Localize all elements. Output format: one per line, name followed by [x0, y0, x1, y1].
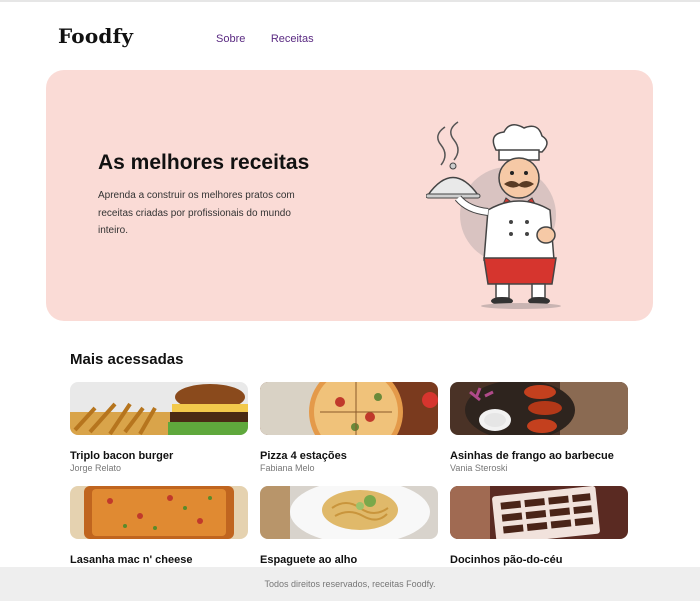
recipe-image-chicken-wings[interactable]: [450, 382, 628, 435]
section-title: Mais acessadas: [70, 351, 184, 368]
hero-title: As melhores receitas: [98, 151, 310, 174]
recipe-name[interactable]: Docinhos pão-do-céu: [450, 554, 562, 566]
recipe-card[interactable]: Lasanha mac n' cheese: [70, 486, 248, 566]
hero-banner: As melhores receitas Aprenda a construir…: [46, 70, 653, 321]
nav-link-receitas[interactable]: Receitas: [271, 33, 314, 45]
recipe-author: Vania Steroski: [450, 463, 508, 473]
recipe-image-lasagna[interactable]: [70, 486, 248, 539]
recipe-card[interactable]: Espaguete ao alho: [260, 486, 438, 566]
nav-link-sobre[interactable]: Sobre: [216, 33, 245, 45]
site-header: Foodfy Sobre Receitas: [0, 2, 700, 68]
recipe-name[interactable]: Lasanha mac n' cheese: [70, 554, 192, 566]
recipe-image-spaghetti[interactable]: [260, 486, 438, 539]
recipe-author: Fabiana Melo: [260, 463, 315, 473]
recipe-image-pizza[interactable]: [260, 382, 438, 435]
hero-description: Aprenda a construir os melhores pratos c…: [98, 190, 295, 236]
recipe-author: Jorge Relato: [70, 463, 122, 473]
recipe-name[interactable]: Triplo bacon burger: [70, 450, 173, 462]
recipe-name[interactable]: Espaguete ao alho: [260, 554, 357, 566]
recipe-card[interactable]: Triplo bacon burger Jorge Relato: [70, 382, 248, 473]
main-nav: Sobre Receitas: [216, 29, 335, 47]
site-footer: Todos direitos reservados, receitas Food…: [0, 567, 700, 601]
recipe-card[interactable]: Asinhas de frango ao barbecue Vania Ster…: [450, 382, 628, 473]
recipe-name[interactable]: Asinhas de frango ao barbecue: [450, 450, 614, 462]
recipe-name[interactable]: Pizza 4 estações: [260, 450, 347, 462]
site-logo[interactable]: Foodfy: [58, 24, 133, 48]
recipe-image-burger[interactable]: [70, 382, 248, 435]
recipe-card[interactable]: Docinhos pão-do-céu: [450, 486, 628, 566]
chef-illustration: [426, 121, 561, 309]
footer-text: Todos direitos reservados, receitas Food…: [264, 579, 436, 589]
recipe-card[interactable]: Pizza 4 estações Fabiana Melo: [260, 382, 438, 473]
recipe-image-sweets[interactable]: [450, 486, 628, 539]
